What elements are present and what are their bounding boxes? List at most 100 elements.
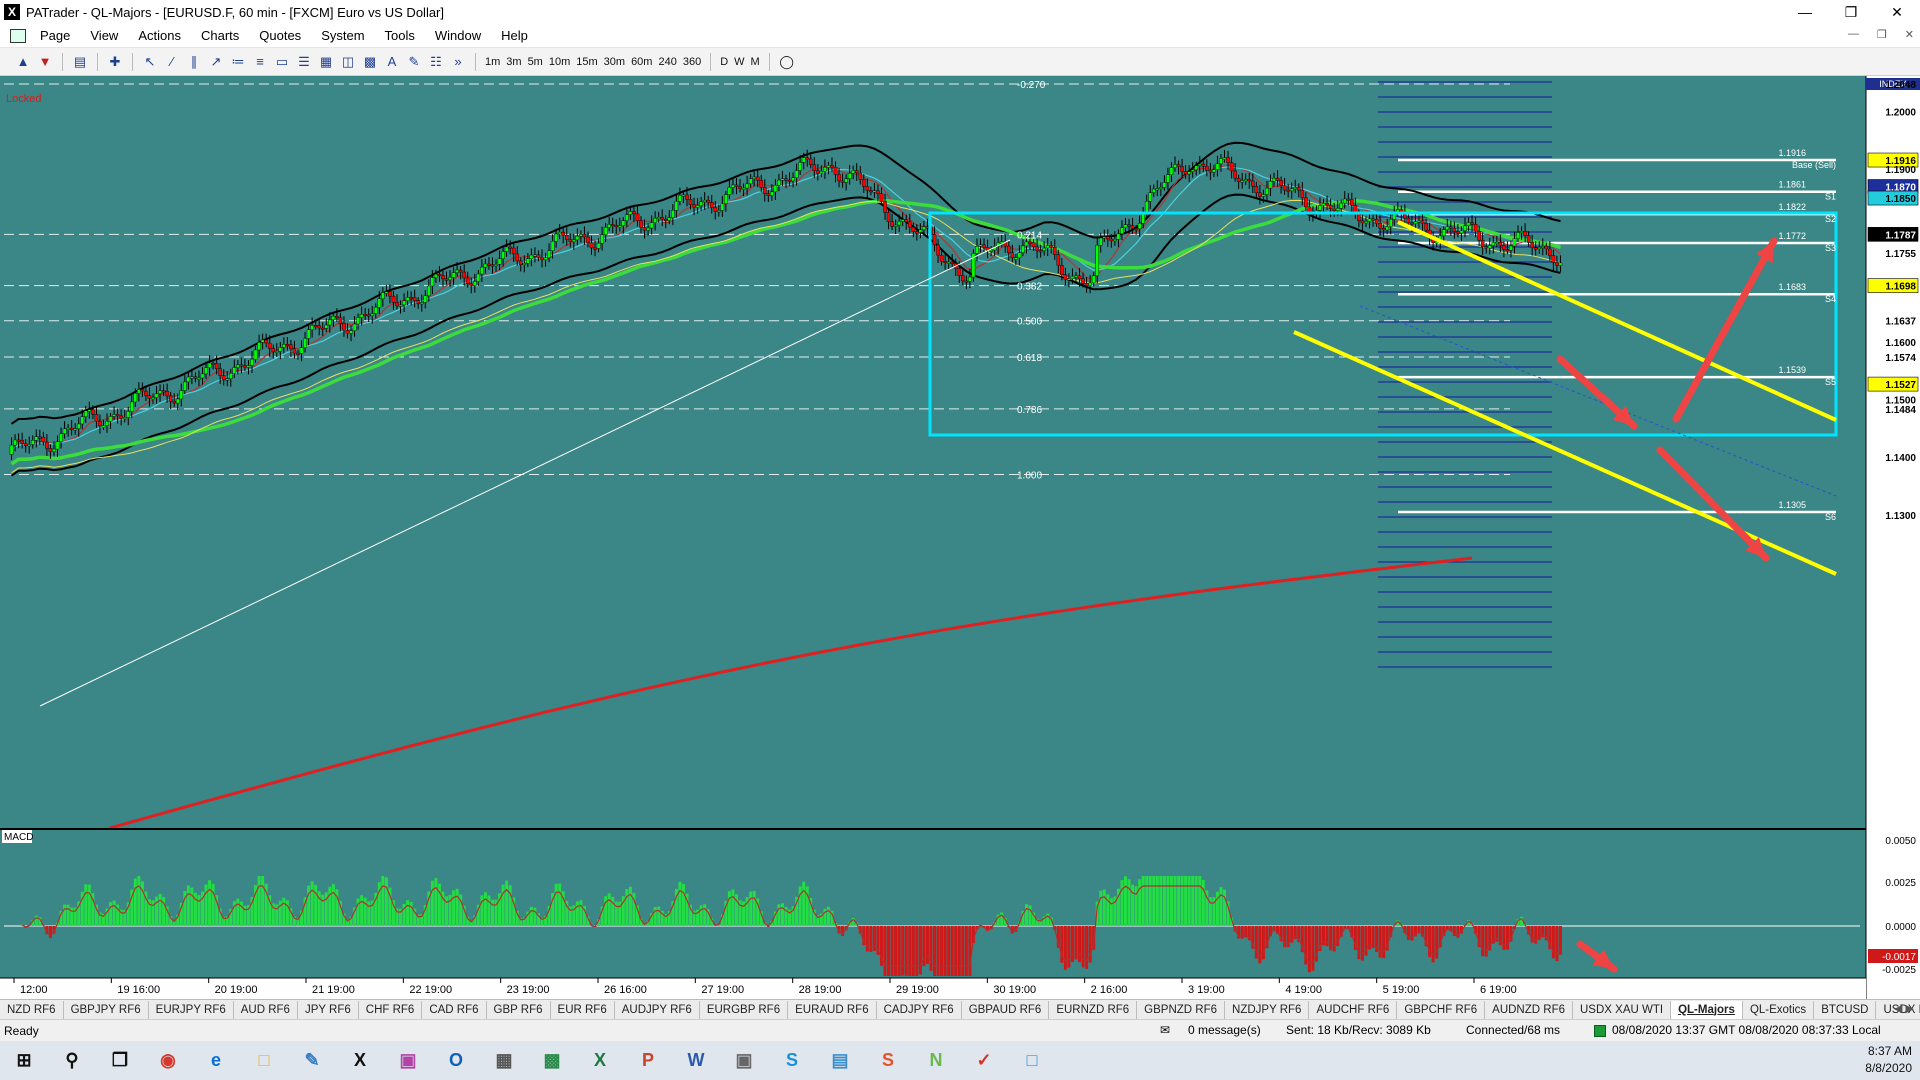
menu-help[interactable]: Help (491, 28, 538, 43)
tab-jpy-rf6[interactable]: JPY RF6 (298, 1000, 359, 1019)
timeframe-10m[interactable]: 10m (546, 52, 573, 72)
tab-gbp-rf6[interactable]: GBP RF6 (487, 1000, 551, 1019)
timeframe-30m[interactable]: 30m (601, 52, 628, 72)
price-chart[interactable]: -0.270 0.214 0.382 0.500 0.618 0.786 1.000 1.19… (0, 76, 1920, 999)
tab-ql-exotics[interactable]: QL-Exotics (1743, 1000, 1815, 1019)
tab-btcusd[interactable]: BTCUSD (1814, 1000, 1877, 1019)
chrome-icon[interactable]: ◉ (144, 1041, 192, 1080)
tab-gbpaud-rf6[interactable]: GBPAUD RF6 (962, 1000, 1050, 1019)
file-explorer-icon[interactable]: □ (240, 1041, 288, 1080)
fan-icon[interactable]: ≔ (227, 52, 249, 72)
instagram-icon[interactable]: ▣ (384, 1041, 432, 1080)
period-d[interactable]: D (717, 52, 731, 72)
system-tray-clock[interactable]: 8:37 AM 8/8/2020 (1865, 1043, 1912, 1077)
label-icon[interactable]: ✎ (403, 52, 425, 72)
tab-gbpchf-rf6[interactable]: GBPCHF RF6 (1397, 1000, 1486, 1019)
timeframe-1m[interactable]: 1m (482, 52, 503, 72)
menu-tools[interactable]: Tools (375, 28, 425, 43)
trendline-icon[interactable]: ∕ (161, 52, 183, 72)
text-icon[interactable]: A (381, 52, 403, 72)
gann-icon[interactable]: ▦ (315, 52, 337, 72)
tab-nzd-rf6[interactable]: NZD RF6 (0, 1000, 64, 1019)
remote-desktop-icon[interactable]: ▤ (816, 1041, 864, 1080)
tab-chf-rf6[interactable]: CHF RF6 (359, 1000, 423, 1019)
cycles-icon[interactable]: ◫ (337, 52, 359, 72)
app-window-icon[interactable]: ▣ (720, 1041, 768, 1080)
mdi-close-icon[interactable]: ✕ (1905, 28, 1914, 41)
sell-order-icon[interactable]: ▼ (34, 52, 56, 72)
calculator-icon[interactable]: ▦ (480, 1041, 528, 1080)
money-app-icon[interactable]: ▩ (528, 1041, 576, 1080)
windows-start-icon[interactable]: ⊞ (0, 1041, 48, 1080)
timeframe-60m[interactable]: 60m (628, 52, 655, 72)
n-app-icon[interactable]: N (912, 1041, 960, 1080)
word-icon[interactable]: W (672, 1041, 720, 1080)
timeframe-240[interactable]: 240 (655, 52, 679, 72)
tab-usdx-xau-wti[interactable]: USDX XAU WTI (1573, 1000, 1672, 1019)
tab-euraud-rf6[interactable]: EURAUD RF6 (788, 1000, 877, 1019)
period-m[interactable]: M (748, 52, 763, 72)
task-view-icon[interactable]: ❐ (96, 1041, 144, 1080)
close-icon[interactable]: ✕ (1874, 0, 1920, 24)
tab-cadjpy-rf6[interactable]: CADJPY RF6 (877, 1000, 962, 1019)
tab-gbpjpy-rf6[interactable]: GBPJPY RF6 (64, 1000, 149, 1019)
tab-eurnzd-rf6[interactable]: EURNZD RF6 (1049, 1000, 1138, 1019)
crosshair-icon[interactable]: ✚ (104, 52, 126, 72)
chart-type-icon[interactable]: ▤ (69, 52, 91, 72)
mdi-minimize-icon[interactable]: — (1848, 28, 1859, 41)
menu-quotes[interactable]: Quotes (249, 28, 311, 43)
timeframe-15m[interactable]: 15m (573, 52, 600, 72)
timeframe-360[interactable]: 360 (680, 52, 704, 72)
menu-page[interactable]: Page (30, 28, 80, 43)
tab-aud-rf6[interactable]: AUD RF6 (234, 1000, 298, 1019)
levels-icon[interactable]: ☰ (293, 52, 315, 72)
timeframe-3m[interactable]: 3m (503, 52, 524, 72)
timeframe-5m[interactable]: 5m (525, 52, 546, 72)
pivot-icon[interactable]: ☷ (425, 52, 447, 72)
skype-icon[interactable]: S (768, 1041, 816, 1080)
menu-view[interactable]: View (80, 28, 128, 43)
candle-body (175, 398, 180, 404)
outlook-icon[interactable]: O (432, 1041, 480, 1080)
menu-charts[interactable]: Charts (191, 28, 249, 43)
rectangle-icon[interactable]: ▭ (271, 52, 293, 72)
clock-icon[interactable]: ◯ (776, 52, 798, 72)
bars-icon[interactable]: ▩ (359, 52, 381, 72)
message-icon[interactable]: ✉ (1160, 1023, 1170, 1037)
buy-order-icon[interactable]: ▲ (12, 52, 34, 72)
tab-eurjpy-rf6[interactable]: EURJPY RF6 (149, 1000, 234, 1019)
s-app-icon[interactable]: S (864, 1041, 912, 1080)
pointer-icon[interactable]: ↖ (139, 52, 161, 72)
tab-audjpy-rf6[interactable]: AUDJPY RF6 (615, 1000, 700, 1019)
ray-icon[interactable]: ↗ (205, 52, 227, 72)
tab-audchf-rf6[interactable]: AUDCHF RF6 (1309, 1000, 1398, 1019)
trading-app-icon[interactable]: ✓ (960, 1041, 1008, 1080)
notes-icon[interactable]: ✎ (288, 1041, 336, 1080)
restore-icon[interactable]: ❐ (1828, 0, 1874, 24)
tab-cad-rf6[interactable]: CAD RF6 (422, 1000, 487, 1019)
tab-eurgbp-rf6[interactable]: EURGBP RF6 (700, 1000, 789, 1019)
menu-system[interactable]: System (311, 28, 374, 43)
menu-actions[interactable]: Actions (128, 28, 191, 43)
tab-nzdjpy-rf6[interactable]: NZDJPY RF6 (1225, 1000, 1310, 1019)
mdi-restore-icon[interactable]: ❐ (1877, 28, 1887, 41)
more-tools-icon[interactable]: » (447, 52, 469, 72)
tab-eur-rf6[interactable]: EUR RF6 (551, 1000, 615, 1019)
channel-icon[interactable]: ∥ (183, 52, 205, 72)
tab-scroll-arrows[interactable]: ◀ ▶ (1894, 1002, 1914, 1015)
tab-audnzd-rf6[interactable]: AUDNZD RF6 (1485, 1000, 1573, 1019)
fibonacci-icon[interactable]: ≡ (249, 52, 271, 72)
search-icon[interactable]: ⚲ (48, 1041, 96, 1080)
tab-gbpnzd-rf6[interactable]: GBPNZD RF6 (1137, 1000, 1226, 1019)
excel-icon[interactable]: X (576, 1041, 624, 1080)
tab-ql-majors[interactable]: QL-Majors (1671, 1000, 1743, 1019)
menu-window[interactable]: Window (425, 28, 491, 43)
message-count[interactable]: 0 message(s) (1188, 1023, 1261, 1037)
chart-document-icon[interactable] (10, 28, 26, 43)
period-w[interactable]: W (731, 52, 747, 72)
edge-icon[interactable]: e (192, 1041, 240, 1080)
patrader-icon[interactable]: X (336, 1041, 384, 1080)
powerpoint-icon[interactable]: P (624, 1041, 672, 1080)
minimize-icon[interactable]: — (1782, 0, 1828, 24)
network-app-icon[interactable]: □ (1008, 1041, 1056, 1080)
